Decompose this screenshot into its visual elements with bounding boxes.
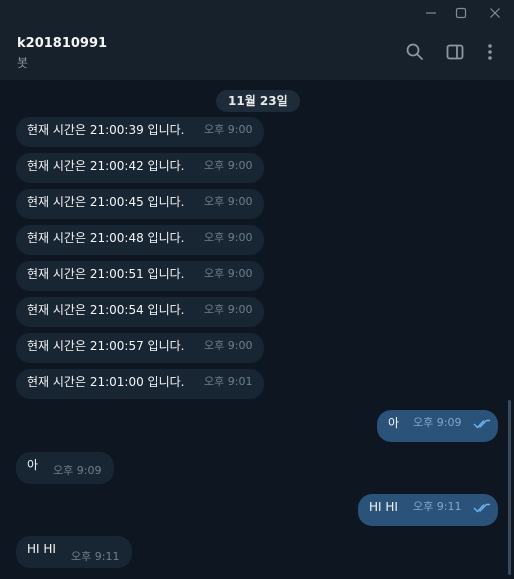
message-time: 오후 9:01 [204, 375, 253, 388]
message-incoming[interactable]: 현재 시간은 21:00:39 입니다. 오후 9:00 [16, 117, 264, 147]
message-text: 현재 시간은 21:00:42 입니다. [27, 159, 185, 173]
message-text: 현재 시간은 21:00:48 입니다. [27, 231, 185, 245]
message-text: 아 [388, 416, 400, 430]
message-outgoing[interactable]: 아 오후 9:09 [377, 410, 498, 442]
double-check-icon [473, 503, 490, 513]
chat-scrollbar[interactable] [508, 400, 511, 575]
message-text: 현재 시간은 21:00:57 입니다. [27, 339, 185, 353]
minimize-icon[interactable] [416, 0, 446, 26]
search-icon[interactable] [403, 40, 427, 64]
message-text: 아 [27, 458, 39, 472]
message-time: 오후 9:09 [53, 464, 102, 477]
message-text: HI HI [369, 500, 398, 514]
message-text: 현재 시간은 21:00:54 입니다. [27, 303, 185, 317]
message-text: 현재 시간은 21:00:39 입니다. [27, 123, 185, 137]
message-incoming[interactable]: 아 오후 9:09 [16, 452, 114, 484]
message-outgoing[interactable]: HI HI 오후 9:11 [358, 494, 498, 526]
double-check-icon [473, 419, 490, 429]
message-text: HI HI [27, 542, 56, 556]
message-incoming[interactable]: 현재 시간은 21:00:57 입니다. 오후 9:00 [16, 333, 264, 363]
message-text: 현재 시간은 21:00:45 입니다. [27, 195, 185, 209]
message-time: 오후 9:00 [204, 231, 253, 244]
message-time: 오후 9:00 [204, 159, 253, 172]
chat-subtitle: 봇 [17, 56, 29, 70]
message-incoming[interactable]: 현재 시간은 21:00:54 입니다. 오후 9:00 [16, 297, 264, 327]
message-text: 현재 시간은 21:00:51 입니다. [27, 267, 185, 281]
message-time: 오후 9:00 [204, 303, 253, 316]
message-time: 오후 9:00 [204, 267, 253, 280]
message-time: 오후 9:00 [204, 195, 253, 208]
window-titlebar [0, 0, 514, 26]
more-vertical-icon[interactable] [478, 40, 502, 64]
message-time: 오후 9:09 [413, 416, 462, 429]
message-incoming[interactable]: 현재 시간은 21:00:45 입니다. 오후 9:00 [16, 189, 264, 219]
message-incoming[interactable]: 현재 시간은 21:00:51 입니다. 오후 9:00 [16, 261, 264, 291]
message-incoming[interactable]: 현재 시간은 21:00:48 입니다. 오후 9:00 [16, 225, 264, 255]
chat-header: k201810991 봇 [0, 26, 514, 81]
maximize-icon[interactable] [446, 0, 476, 26]
message-time: 오후 9:00 [204, 123, 253, 136]
message-incoming[interactable]: 현재 시간은 21:00:42 입니다. 오후 9:00 [16, 153, 264, 183]
message-time: 오후 9:00 [204, 339, 253, 352]
message-incoming[interactable]: 현재 시간은 21:01:00 입니다. 오후 9:01 [16, 369, 264, 399]
close-icon[interactable] [480, 0, 510, 26]
message-text: 현재 시간은 21:01:00 입니다. [27, 375, 185, 389]
message-time: 오후 9:11 [413, 500, 462, 513]
message-time: 오후 9:11 [71, 550, 120, 563]
message-incoming[interactable]: HI HI 오후 9:11 [16, 536, 132, 568]
date-separator: 11월 23일 [216, 90, 300, 112]
sidebar-toggle-icon[interactable] [443, 40, 467, 64]
chat-title[interactable]: k201810991 [17, 36, 107, 51]
